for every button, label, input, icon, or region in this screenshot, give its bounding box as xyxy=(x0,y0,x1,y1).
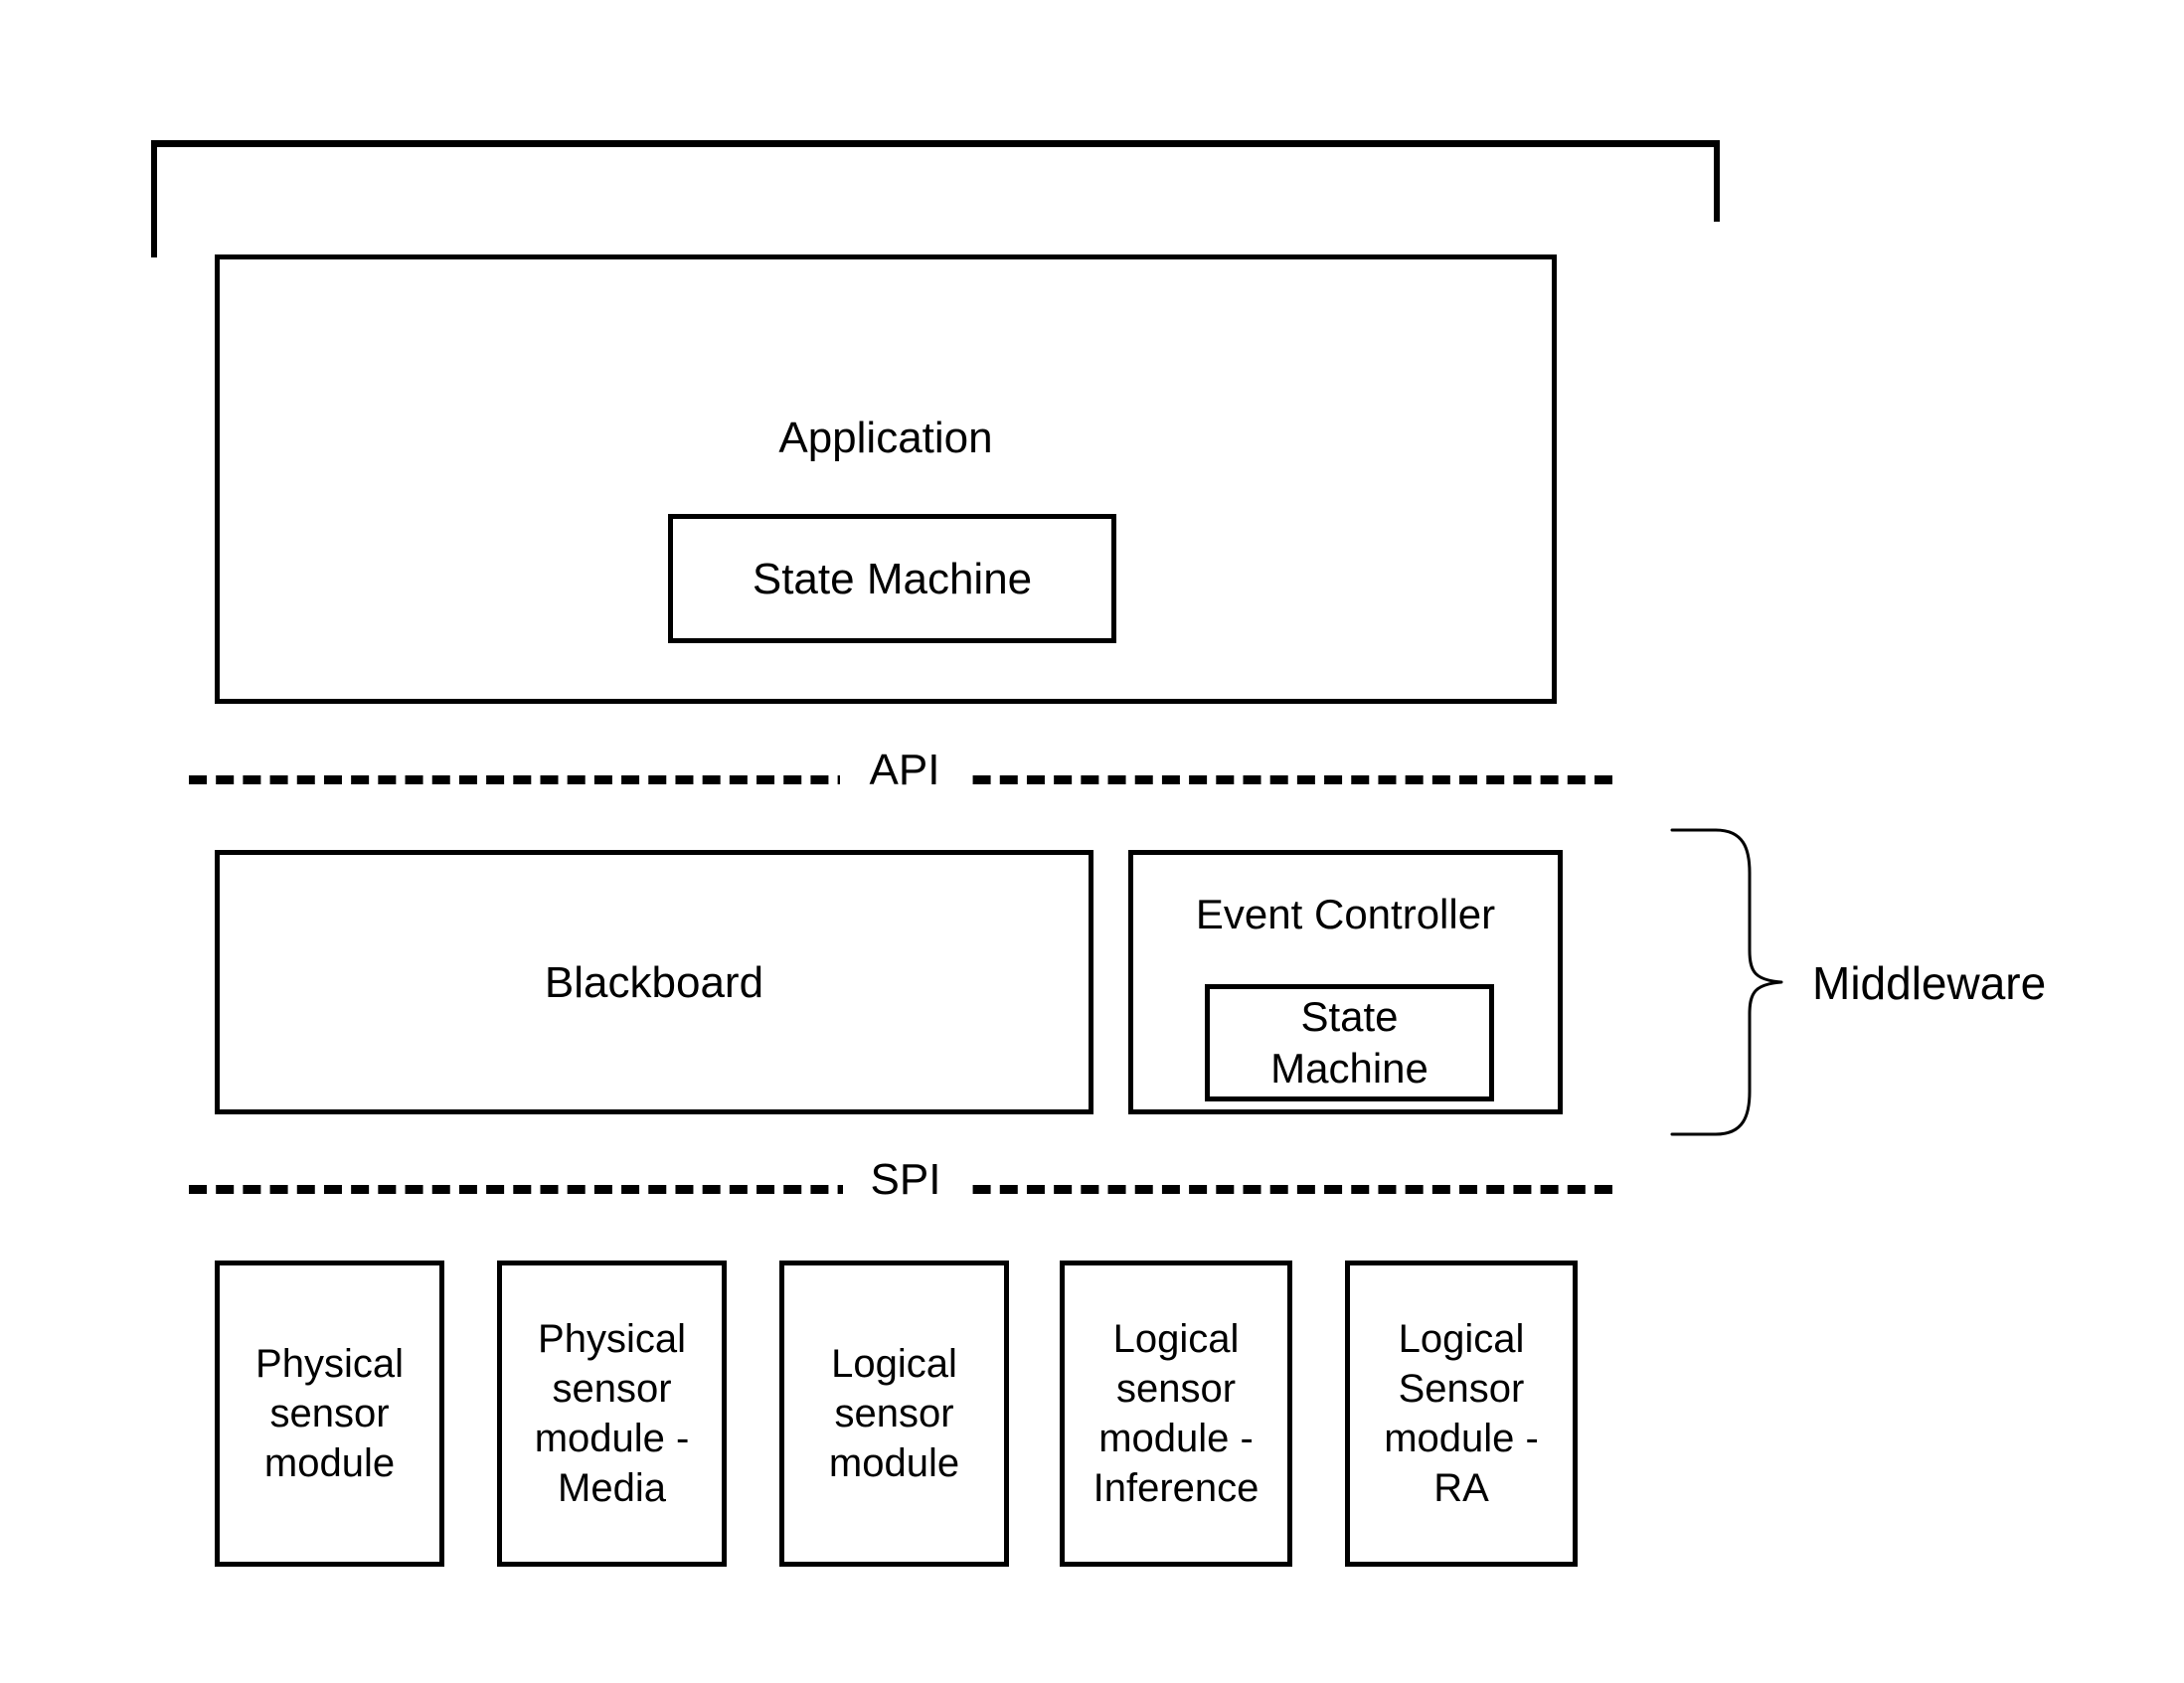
architecture-diagram: Application State Machine API Blackboard… xyxy=(0,0,2184,1683)
spi-label: SPI xyxy=(843,1158,968,1202)
top-bracket-left-tick xyxy=(151,140,157,257)
sensor-module-line4-3: Inference xyxy=(1092,1466,1260,1510)
blackboard-label: Blackboard xyxy=(544,957,764,1007)
blackboard-box[interactable]: Blackboard xyxy=(215,850,1093,1114)
api-label: API xyxy=(840,749,969,792)
sensor-module-line4-4: RA xyxy=(1433,1466,1489,1510)
sensor-module-line1-1: Physical xyxy=(538,1317,686,1361)
event-controller-state-machine-label-line2: Machine xyxy=(1270,1045,1428,1092)
application-box[interactable]: Application State Machine xyxy=(215,254,1557,704)
top-bracket-right-tick xyxy=(1714,140,1720,222)
top-bracket-horizontal xyxy=(151,140,1720,147)
application-label: Application xyxy=(778,414,993,462)
sensor-module-line3-3: module - xyxy=(1098,1417,1254,1460)
middleware-brace-icon xyxy=(1670,828,1783,1136)
application-state-machine-box[interactable]: State Machine xyxy=(668,514,1116,643)
sensor-module-box-4[interactable]: Logical Sensor module - RA xyxy=(1345,1261,1578,1567)
sensor-module-line1-0: Physical xyxy=(255,1342,404,1386)
middleware-label: Middleware xyxy=(1812,957,2047,1009)
event-controller-label: Event Controller xyxy=(1195,891,1496,937)
sensor-module-box-3[interactable]: Logical sensor module - Inference xyxy=(1060,1261,1292,1567)
sensor-module-line2-4: Sensor xyxy=(1398,1367,1525,1411)
event-controller-state-machine-box[interactable]: State Machine xyxy=(1205,984,1494,1101)
sensor-module-line1-3: Logical xyxy=(1112,1317,1240,1361)
sensor-module-box-1[interactable]: Physical sensor module - Media xyxy=(497,1261,727,1567)
sensor-module-line3-4: module - xyxy=(1384,1417,1539,1460)
sensor-module-line2-3: sensor xyxy=(1115,1367,1237,1411)
sensor-module-line1-2: Logical xyxy=(831,1342,957,1386)
sensor-module-box-2[interactable]: Logical sensor module xyxy=(779,1261,1009,1567)
sensor-module-line2-2: sensor xyxy=(834,1392,954,1435)
event-controller-box[interactable]: Event Controller State Machine xyxy=(1128,850,1563,1114)
sensor-module-line3-2: module xyxy=(828,1441,960,1485)
sensor-module-line1-4: Logical xyxy=(1398,1317,1525,1361)
sensor-module-line2-0: sensor xyxy=(269,1392,390,1435)
sensor-module-line3-0: module xyxy=(263,1441,396,1485)
sensor-module-line3-1: module - xyxy=(534,1417,690,1460)
sensor-module-line2-1: sensor xyxy=(552,1367,672,1411)
event-controller-state-machine-label-line1: State xyxy=(1300,992,1399,1040)
application-state-machine-label: State Machine xyxy=(752,554,1033,603)
sensor-module-box-0[interactable]: Physical sensor module xyxy=(215,1261,444,1567)
sensor-module-line4-1: Media xyxy=(558,1466,666,1510)
